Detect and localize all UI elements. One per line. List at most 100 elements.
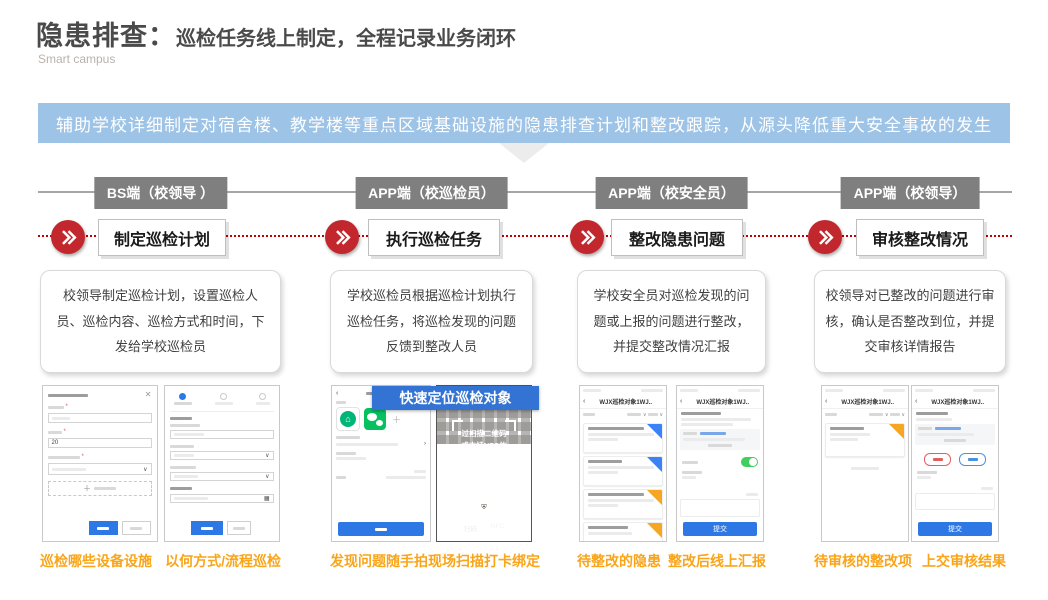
list-value-skeleton bbox=[386, 476, 426, 479]
panel-line-skeleton bbox=[683, 438, 745, 441]
form-line-skeleton bbox=[681, 423, 733, 426]
hazard-card[interactable] bbox=[583, 489, 663, 519]
caption-devices: 巡检哪些设备设施 bbox=[40, 551, 152, 571]
submit-button[interactable]: 提交 bbox=[683, 522, 757, 536]
button-label-skeleton bbox=[375, 528, 387, 531]
back-icon[interactable]: ‹ bbox=[915, 398, 917, 405]
review-card[interactable] bbox=[825, 423, 905, 457]
step-description: 学校巡检员根据巡检计划执行巡检任务，将巡检发现的问题反馈到整改人员 bbox=[330, 270, 533, 373]
toggle-label-skeleton bbox=[682, 461, 698, 464]
step-dot bbox=[259, 393, 266, 400]
step-title: 制定巡检计划 bbox=[98, 219, 226, 256]
panel-button-skeleton bbox=[944, 439, 966, 442]
remark-label-skeleton bbox=[917, 471, 937, 474]
screenshot-group: ‹WJX巡检对象1WJ.. ∨ ∨ bbox=[575, 385, 768, 542]
modal-title-skeleton bbox=[48, 394, 88, 397]
input-value-skeleton bbox=[174, 497, 208, 500]
approve-button[interactable] bbox=[959, 453, 986, 466]
next-step-button[interactable] bbox=[191, 521, 223, 535]
required-asterisk: * bbox=[82, 454, 84, 460]
step-title: 审核整改情况 bbox=[856, 219, 984, 256]
filter-count-skeleton bbox=[583, 413, 595, 416]
status-bar-skeleton bbox=[883, 389, 905, 392]
field-label-skeleton bbox=[170, 424, 200, 427]
photo-upload-area[interactable] bbox=[680, 499, 760, 517]
page-title-primary: 隐患排查： bbox=[36, 21, 176, 51]
role-badge: APP端（校安全员） bbox=[595, 177, 748, 209]
cancel-button[interactable] bbox=[122, 521, 151, 535]
scan-hint-skeleton bbox=[464, 494, 504, 497]
link-text-skeleton[interactable] bbox=[935, 427, 961, 430]
card-title-skeleton bbox=[588, 493, 644, 496]
section-title-skeleton bbox=[170, 417, 192, 420]
app-submit-button[interactable] bbox=[338, 522, 424, 536]
save-button[interactable] bbox=[227, 521, 251, 535]
screenshot-hazard-list: ‹WJX巡检对象1WJ.. ∨ ∨ bbox=[579, 385, 667, 542]
double-chevron-icon bbox=[51, 220, 85, 254]
nav-title: WJX巡检对象1WJ.. bbox=[830, 397, 905, 406]
tab-nfc[interactable]: NFC bbox=[491, 523, 504, 533]
double-chevron-icon bbox=[808, 220, 842, 254]
status-ribbon-rectified bbox=[647, 457, 662, 472]
link-text-skeleton[interactable] bbox=[700, 432, 726, 435]
select-value-skeleton bbox=[174, 475, 198, 478]
back-icon[interactable]: ‹ bbox=[336, 390, 338, 397]
back-icon[interactable]: ‹ bbox=[680, 398, 682, 405]
form-line-skeleton bbox=[916, 418, 952, 421]
date-range-input[interactable]: ▦ bbox=[170, 494, 274, 503]
score-input[interactable]: 20 bbox=[48, 438, 152, 448]
double-chevron-icon bbox=[325, 220, 359, 254]
method-select[interactable]: ∨ bbox=[48, 463, 152, 475]
step-description: 校领导制定巡检计划，设置巡检人员、巡检内容、巡检方式和时间，下发给学校巡检员 bbox=[40, 270, 281, 373]
button-label-skeleton bbox=[968, 458, 978, 461]
hazard-card[interactable] bbox=[583, 522, 663, 542]
close-icon[interactable]: ✕ bbox=[145, 391, 152, 399]
plus-icon[interactable]: ＋ bbox=[392, 413, 401, 426]
form-line-skeleton bbox=[681, 418, 751, 421]
card-line-skeleton bbox=[588, 504, 618, 507]
filter-dropdowns[interactable]: ∨ ∨ bbox=[627, 412, 663, 418]
status-bar-skeleton bbox=[680, 389, 698, 392]
screenshot-group: ✕ * * 20 * ∨ ＋ ∨ ∨ bbox=[38, 385, 283, 542]
hazard-card[interactable] bbox=[583, 456, 663, 486]
plan-type-select[interactable]: ∨ bbox=[170, 451, 274, 460]
card-line-skeleton bbox=[588, 532, 632, 535]
filter-label-skeleton bbox=[890, 413, 900, 416]
screenshot-group: ‹WJX巡检对象1WJ.. ∨ ∨ ‹WJX巡检对象1WJ.. bbox=[812, 385, 1008, 542]
form-title-skeleton bbox=[681, 412, 721, 415]
button-label-skeleton bbox=[233, 527, 245, 530]
list-label-skeleton bbox=[336, 476, 346, 479]
remark-label-skeleton bbox=[682, 471, 702, 474]
reject-button[interactable] bbox=[924, 453, 951, 466]
plan-name-input[interactable] bbox=[170, 430, 274, 439]
card-line-skeleton bbox=[830, 438, 858, 441]
rectified-toggle[interactable] bbox=[741, 457, 758, 467]
filter-dropdowns[interactable]: ∨ ∨ bbox=[869, 412, 905, 418]
card-line-skeleton bbox=[588, 471, 618, 474]
status-bar-skeleton bbox=[641, 389, 663, 392]
role-badge: APP端（校巡检员） bbox=[355, 177, 508, 209]
select-value-skeleton bbox=[52, 468, 86, 471]
chevron-right-icon: › bbox=[424, 441, 426, 447]
caption-photo: 发现问题随手拍 bbox=[330, 551, 428, 571]
add-item-button[interactable]: ＋ bbox=[48, 481, 152, 496]
name-input[interactable] bbox=[48, 413, 152, 423]
photo-upload-area[interactable] bbox=[915, 493, 995, 510]
step-description: 学校安全员对巡检发现的问题或上报的问题进行整改，并提交整改情况汇报 bbox=[577, 270, 766, 373]
scan-frame: 过扫描二维码或支持NFC的终端靠近NFC设备进行打卡点绑定 bbox=[452, 420, 516, 496]
submit-button[interactable]: 提交 bbox=[918, 522, 992, 536]
plan-target-select[interactable]: ∨ bbox=[170, 472, 274, 481]
button-label-skeleton bbox=[933, 458, 943, 461]
wizard-step-1 bbox=[174, 393, 192, 405]
list-label-skeleton bbox=[336, 436, 360, 439]
tab-scan-qr[interactable]: 扫码 bbox=[464, 523, 477, 533]
status-bar-skeleton bbox=[738, 389, 760, 392]
back-icon[interactable]: ‹ bbox=[825, 398, 827, 405]
back-icon[interactable]: ‹ bbox=[583, 398, 585, 405]
confirm-button[interactable] bbox=[89, 521, 118, 535]
summary-banner-text: 辅助学校详细制定对宿舍楼、教学楼等重点区域基础设施的隐患排查计划和整改跟踪，从源… bbox=[56, 111, 992, 136]
card-title-skeleton bbox=[830, 427, 864, 430]
step-label-skeleton bbox=[256, 402, 270, 405]
hazard-card[interactable] bbox=[583, 423, 663, 453]
screenshot-review-form: ‹WJX巡检对象1WJ.. 提交 bbox=[911, 385, 999, 542]
